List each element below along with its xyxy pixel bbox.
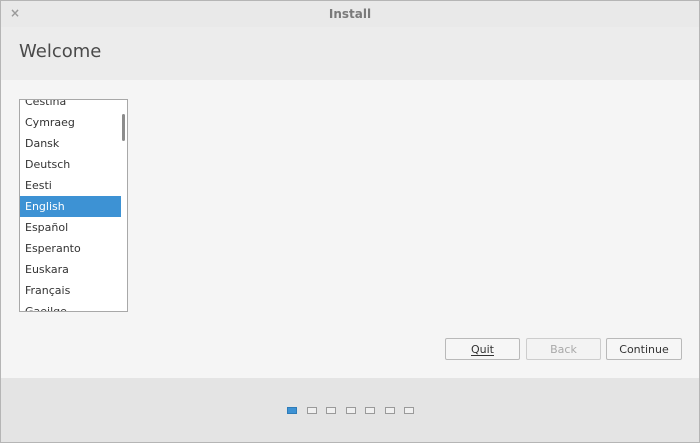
back-button[interactable]: Back — [526, 338, 601, 360]
page-title: Welcome — [19, 41, 102, 62]
list-item[interactable]: Cymraeg — [20, 112, 121, 133]
list-item[interactable]: Čeština — [20, 100, 121, 112]
window-title: Install — [328, 7, 372, 21]
language-list-items: Čeština Cymraeg Dansk Deutsch Eesti Engl… — [20, 100, 121, 311]
back-button-label: Back — [550, 343, 577, 356]
progress-step-indicator — [345, 407, 356, 414]
progress-step-indicator — [306, 407, 317, 414]
quit-button-label: Quit — [471, 343, 494, 356]
title-bar: × Install — [1, 1, 699, 27]
list-item[interactable]: Français — [20, 280, 121, 301]
scrollbar-thumb[interactable] — [122, 114, 125, 141]
list-item[interactable]: Esperanto — [20, 238, 121, 259]
list-item-selected[interactable]: English — [20, 196, 121, 217]
progress-step-indicator — [404, 407, 414, 414]
list-item[interactable]: Eesti — [20, 175, 121, 196]
footer — [1, 378, 699, 442]
list-scrollbar[interactable] — [121, 100, 127, 311]
installer-window: × Install Welcome Čeština Cymraeg Dansk … — [0, 0, 700, 443]
continue-button[interactable]: Continue — [606, 338, 682, 360]
content-area: Čeština Cymraeg Dansk Deutsch Eesti Engl… — [1, 80, 699, 378]
language-list[interactable]: Čeština Cymraeg Dansk Deutsch Eesti Engl… — [19, 99, 128, 312]
page-header: Welcome — [1, 27, 699, 80]
list-item[interactable]: Español — [20, 217, 121, 238]
quit-button[interactable]: Quit — [445, 338, 520, 360]
list-item[interactable]: Deutsch — [20, 154, 121, 175]
progress-step-indicator — [287, 407, 297, 414]
list-item[interactable]: Gaeilge — [20, 301, 121, 311]
progress-step-indicator — [384, 407, 395, 414]
continue-button-label: Continue — [619, 343, 669, 356]
progress-step-indicator — [326, 407, 336, 414]
list-item[interactable]: Dansk — [20, 133, 121, 154]
list-item[interactable]: Euskara — [20, 259, 121, 280]
progress-step-indicator — [365, 407, 375, 414]
